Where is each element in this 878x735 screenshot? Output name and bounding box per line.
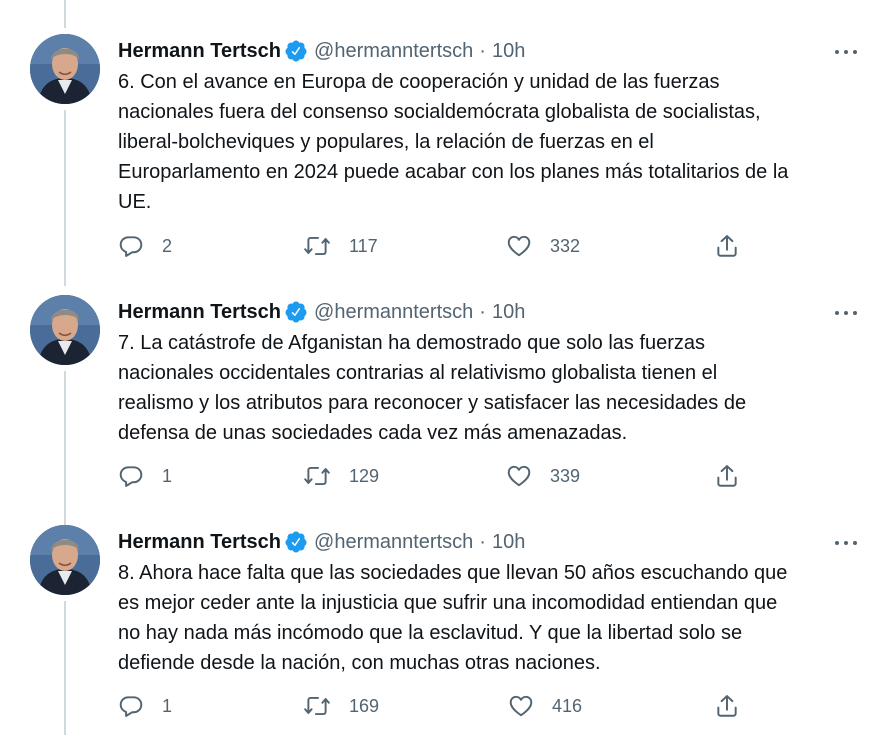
thread-connector-line bbox=[64, 601, 66, 735]
author-name[interactable]: Hermann Tertsch bbox=[118, 299, 281, 325]
verified-badge-icon bbox=[284, 39, 308, 63]
retweet-icon bbox=[303, 233, 331, 259]
reply-count: 2 bbox=[162, 235, 173, 256]
retweet-count: 117 bbox=[349, 235, 378, 256]
retweet-icon bbox=[303, 463, 331, 489]
share-icon bbox=[714, 463, 740, 489]
tweet-text: 7. La catástrofe de Afganistan ha demost… bbox=[118, 332, 747, 444]
separator-dot: · bbox=[479, 40, 486, 62]
verified-badge-icon bbox=[284, 530, 308, 554]
timestamp[interactable]: 10h bbox=[492, 529, 525, 555]
avatar[interactable] bbox=[30, 525, 100, 595]
like-button[interactable]: 416 bbox=[508, 691, 582, 721]
separator-dot: · bbox=[479, 301, 486, 323]
reply-count: 1 bbox=[162, 465, 173, 486]
retweet-button[interactable]: 169 bbox=[303, 691, 379, 721]
share-icon bbox=[714, 233, 740, 259]
reply-button[interactable]: 2 bbox=[118, 231, 172, 261]
retweet-icon bbox=[303, 693, 331, 719]
like-button[interactable]: 332 bbox=[506, 231, 580, 261]
timestamp[interactable]: 10h bbox=[492, 38, 525, 64]
more-options-icon[interactable] bbox=[833, 305, 859, 321]
like-count: 416 bbox=[552, 695, 583, 716]
author-name[interactable]: Hermann Tertsch bbox=[118, 38, 281, 64]
author-handle[interactable]: @hermanntertsch bbox=[314, 38, 473, 64]
thread-connector-line bbox=[64, 0, 66, 28]
tweet-text: 6. Con el avance en Europa de cooperació… bbox=[118, 71, 789, 213]
thread-connector-line bbox=[64, 110, 66, 286]
timestamp[interactable]: 10h bbox=[492, 299, 525, 325]
reply-count: 1 bbox=[162, 695, 173, 716]
like-count: 332 bbox=[550, 235, 581, 256]
avatar[interactable] bbox=[30, 34, 100, 104]
more-options-icon[interactable] bbox=[833, 535, 859, 551]
reply-button[interactable]: 1 bbox=[118, 461, 172, 491]
author-name[interactable]: Hermann Tertsch bbox=[118, 529, 281, 555]
separator-dot: · bbox=[479, 531, 486, 553]
tweet-actions: 1 129 339 bbox=[118, 461, 748, 491]
tweet-text: 8. Ahora hace falta que las sociedades q… bbox=[118, 562, 788, 674]
thread-connector-line bbox=[64, 371, 66, 525]
like-count: 339 bbox=[550, 465, 581, 486]
share-icon bbox=[714, 693, 740, 719]
retweet-count: 169 bbox=[349, 695, 380, 716]
heart-icon bbox=[508, 693, 534, 719]
share-button[interactable] bbox=[714, 231, 740, 261]
tweet[interactable]: Hermann Tertsch @hermanntertsch · 10h 8.… bbox=[0, 525, 878, 735]
like-button[interactable]: 339 bbox=[506, 461, 580, 491]
share-button[interactable] bbox=[714, 461, 740, 491]
tweet[interactable]: Hermann Tertsch @hermanntertsch · 10h 6.… bbox=[0, 34, 878, 286]
reply-icon bbox=[118, 693, 144, 719]
tweet-actions: 2 117 332 bbox=[118, 231, 748, 261]
avatar[interactable] bbox=[30, 295, 100, 365]
more-options-icon[interactable] bbox=[833, 44, 859, 60]
author-handle[interactable]: @hermanntertsch bbox=[314, 299, 473, 325]
retweet-count: 129 bbox=[349, 465, 380, 486]
tweet-actions: 1 169 416 bbox=[118, 691, 748, 721]
tweet[interactable]: Hermann Tertsch @hermanntertsch · 10h 7.… bbox=[0, 295, 878, 525]
heart-icon bbox=[506, 463, 532, 489]
reply-icon bbox=[118, 233, 144, 259]
retweet-button[interactable]: 117 bbox=[303, 231, 378, 261]
verified-badge-icon bbox=[284, 300, 308, 324]
heart-icon bbox=[506, 233, 532, 259]
reply-icon bbox=[118, 463, 144, 489]
share-button[interactable] bbox=[714, 691, 740, 721]
retweet-button[interactable]: 129 bbox=[303, 461, 379, 491]
author-handle[interactable]: @hermanntertsch bbox=[314, 529, 473, 555]
reply-button[interactable]: 1 bbox=[118, 691, 172, 721]
